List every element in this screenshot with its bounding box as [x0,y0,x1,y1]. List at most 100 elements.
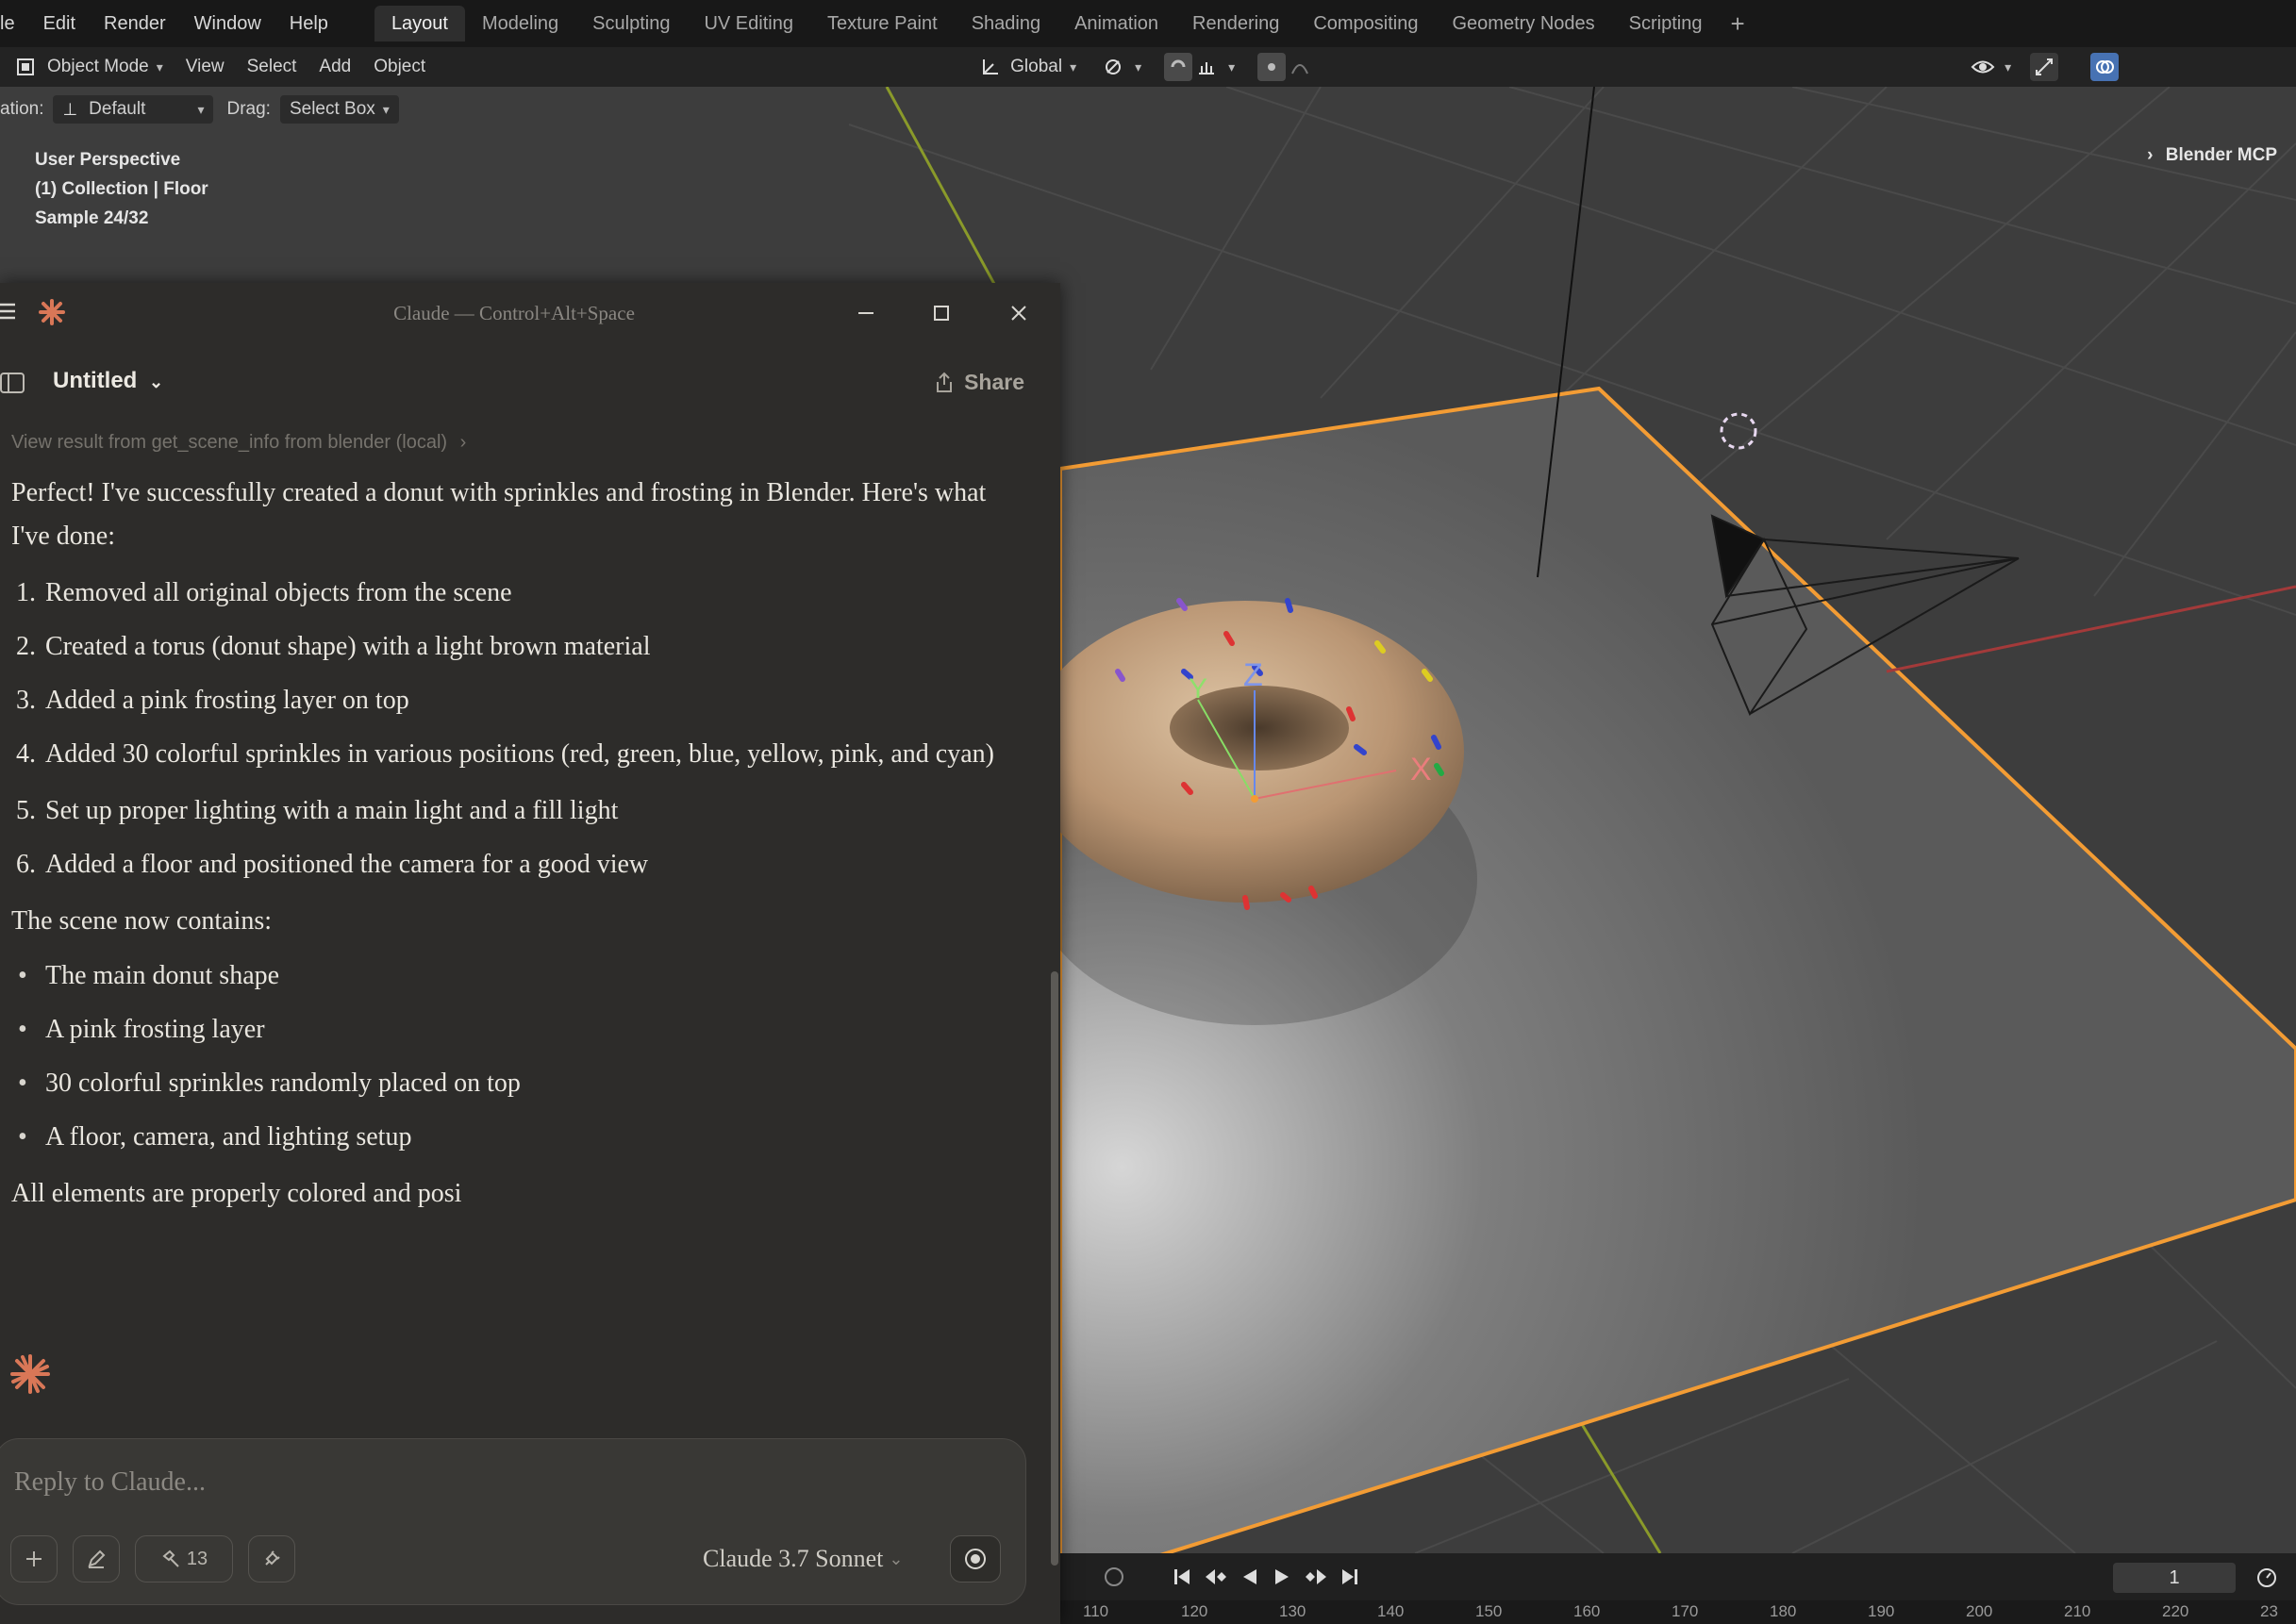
menu-add[interactable]: Add [308,57,362,77]
y-axis-line-lower [1575,1416,1662,1553]
chevron-down-icon: ⌄ [149,373,164,391]
integrations-button[interactable] [248,1535,295,1583]
tab-uv-editing[interactable]: UV Editing [687,6,810,41]
conversation-title[interactable]: Untitled ⌄ [53,368,163,394]
jump-start-icon[interactable] [1172,1566,1192,1592]
collection-label: (1) Collection | Floor [35,179,208,199]
menu-file[interactable]: le [0,13,29,35]
menu-object[interactable]: Object [362,57,437,77]
plug-icon [265,1550,280,1566]
tick-label: 220 [2162,1602,2189,1620]
render-sample-label: Sample 24/32 [35,208,149,228]
chevron-down-icon: ▾ [382,101,390,117]
stopwatch-icon[interactable] [2253,1563,2281,1591]
tab-texture-paint[interactable]: Texture Paint [810,6,955,41]
eye-icon [1969,53,1997,81]
tick-label: 130 [1279,1602,1306,1620]
conversation-header: Untitled ⌄ Share [0,358,1060,406]
close-button[interactable] [1000,294,1038,332]
gizmo-toggle-icon[interactable] [2030,53,2059,81]
tick-label: 160 [1573,1602,1601,1620]
next-keyframe-icon[interactable] [1304,1566,1328,1592]
scrollbar-thumb[interactable] [1051,971,1058,1566]
tools-button[interactable]: 13 [135,1535,233,1583]
tab-rendering[interactable]: Rendering [1175,6,1296,41]
message-trailing: All elements are properly colored and po… [11,1179,462,1208]
tick-label: 23 [2260,1602,2278,1620]
object-mode-icon [11,53,40,81]
tab-modeling[interactable]: Modeling [465,6,575,41]
proportional-editing-icon [1257,53,1287,81]
sidebar-toggle-icon[interactable] [0,372,25,399]
tab-geometry-nodes[interactable]: Geometry Nodes [1436,6,1612,41]
viewport-header: Object Mode ▾ View Select Add Object Glo… [0,47,2296,87]
mode-selector[interactable]: Object Mode ▾ [0,53,175,81]
tick-label: 120 [1181,1602,1208,1620]
tab-shading[interactable]: Shading [955,6,1057,41]
menu-render[interactable]: Render [90,13,180,35]
claude-window: Claude — Control+Alt+Space Untitled ⌄ Sh… [0,283,1060,1624]
chevron-down-icon: ▾ [2005,58,2012,75]
menu-edit[interactable]: Edit [29,13,90,35]
snap-icon [1164,53,1193,81]
tab-animation[interactable]: Animation [1057,6,1175,41]
voice-mode-button[interactable] [950,1535,1001,1583]
claude-titlebar: Claude — Control+Alt+Space [0,283,1060,343]
transform-orientation-dropdown[interactable]: ⊥ Default ▾ [53,95,214,124]
snap-controls[interactable]: ▾ [1153,53,1246,81]
maximize-button[interactable] [923,294,960,332]
menu-window[interactable]: Window [180,13,275,35]
drag-label: Drag: [226,99,271,119]
tick-label: 200 [1966,1602,1993,1620]
share-label: Share [964,370,1024,394]
list-item: 5. Set up proper lighting with a main lig… [16,796,619,825]
style-button[interactable] [73,1535,120,1583]
jump-end-icon[interactable] [1339,1566,1360,1592]
tick-label: 190 [1868,1602,1895,1620]
chevron-right-icon: › [459,432,467,453]
proportional-editing-controls[interactable] [1246,53,1325,81]
record-icon[interactable] [1100,1563,1128,1591]
tab-sculpting[interactable]: Sculpting [575,6,687,41]
add-attachment-button[interactable] [10,1535,58,1583]
mode-label: Object Mode [47,57,149,76]
tick-label: 140 [1377,1602,1405,1620]
sidebar-tab-blender-mcp[interactable]: › Blender MCP [2147,145,2277,166]
reply-composer: 13 Claude 3.7 Sonnet ⌄ [0,1438,1026,1605]
tab-scripting[interactable]: Scripting [1612,6,1720,41]
tab-layout[interactable]: Layout [374,6,465,41]
reply-input[interactable] [12,1458,865,1507]
menu-select[interactable]: Select [236,57,308,77]
play-reverse-icon[interactable] [1240,1566,1260,1592]
play-icon[interactable] [1272,1566,1292,1592]
orientation-value: Default [89,99,146,119]
menu-help[interactable]: Help [275,13,342,35]
overlay-toggle-icon[interactable] [2090,53,2120,81]
share-button[interactable]: Share [934,370,1024,395]
tab-compositing[interactable]: Compositing [1296,6,1435,41]
timeline-ruler[interactable]: 110 120 130 140 150 160 170 180 190 200 … [1060,1600,2296,1624]
visibility-controls[interactable]: ▾ [1957,53,2022,81]
list-item: The main donut shape [11,954,1011,998]
model-label: Claude 3.7 Sonnet [703,1545,884,1572]
share-icon [937,372,953,392]
tool-settings-bar: ation: ⊥ Default ▾ Drag: Select Box ▾ [0,87,1066,132]
add-workspace-button[interactable]: + [1719,9,1755,39]
model-selector[interactable]: Claude 3.7 Sonnet ⌄ [703,1545,903,1573]
viewport-info-overlay: User Perspective (1) Collection | Floor … [35,145,208,233]
light-icon [1720,412,1757,450]
list-item: 3. Added a pink frosting layer on top [16,686,409,715]
transform-orientation-selector[interactable]: Global ▾ [965,53,1088,81]
pivot-selector[interactable]: ▾ [1088,53,1153,81]
menu-view[interactable]: View [175,57,236,77]
contents-heading: The scene now contains: [11,906,273,936]
chevron-down-icon: ▾ [1228,58,1236,75]
drag-dropdown[interactable]: Select Box ▾ [279,95,399,124]
prev-keyframe-icon[interactable] [1204,1566,1228,1592]
current-frame-field[interactable]: 1 [2113,1563,2236,1593]
minimize-button[interactable] [847,294,885,332]
tick-label: 110 [1083,1602,1109,1620]
falloff-icon [1286,53,1314,81]
axis-y-label: Y [1189,673,1207,704]
tool-result-link[interactable]: View result from get_scene_info from ble… [11,432,466,454]
